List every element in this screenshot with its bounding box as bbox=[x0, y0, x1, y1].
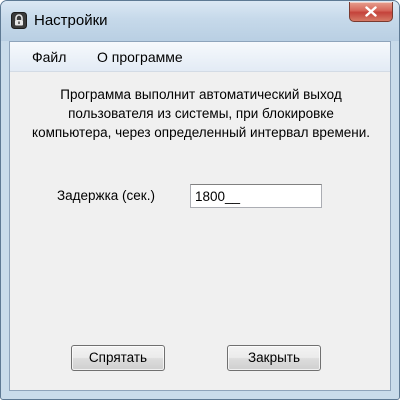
close-button[interactable]: Закрыть bbox=[227, 345, 321, 371]
window-close-button[interactable] bbox=[349, 2, 393, 22]
delay-input[interactable] bbox=[190, 184, 322, 208]
close-icon bbox=[365, 6, 377, 17]
description-line: Программа выполнит автоматический выход bbox=[60, 87, 342, 102]
description-text: Программа выполнит автоматический выход … bbox=[14, 85, 388, 142]
settings-window: Настройки Файл О программе Программа вып… bbox=[0, 0, 400, 400]
description-line: компьютера, через определенный интервал … bbox=[32, 125, 370, 140]
description-line: пользователя из системы, при блокировке bbox=[68, 106, 334, 121]
menu-item-file[interactable]: Файл bbox=[32, 49, 66, 65]
client-area: Файл О программе Программа выполнит авто… bbox=[9, 41, 391, 391]
title-bar[interactable]: Настройки bbox=[1, 1, 399, 41]
delay-label: Задержка (сек.) bbox=[57, 188, 155, 203]
hide-button[interactable]: Спрятать bbox=[71, 345, 165, 371]
lock-icon bbox=[11, 12, 27, 29]
window-title: Настройки bbox=[34, 12, 108, 29]
menu-item-about[interactable]: О программе bbox=[97, 49, 183, 65]
menu-bar: Файл О программе bbox=[10, 42, 390, 72]
